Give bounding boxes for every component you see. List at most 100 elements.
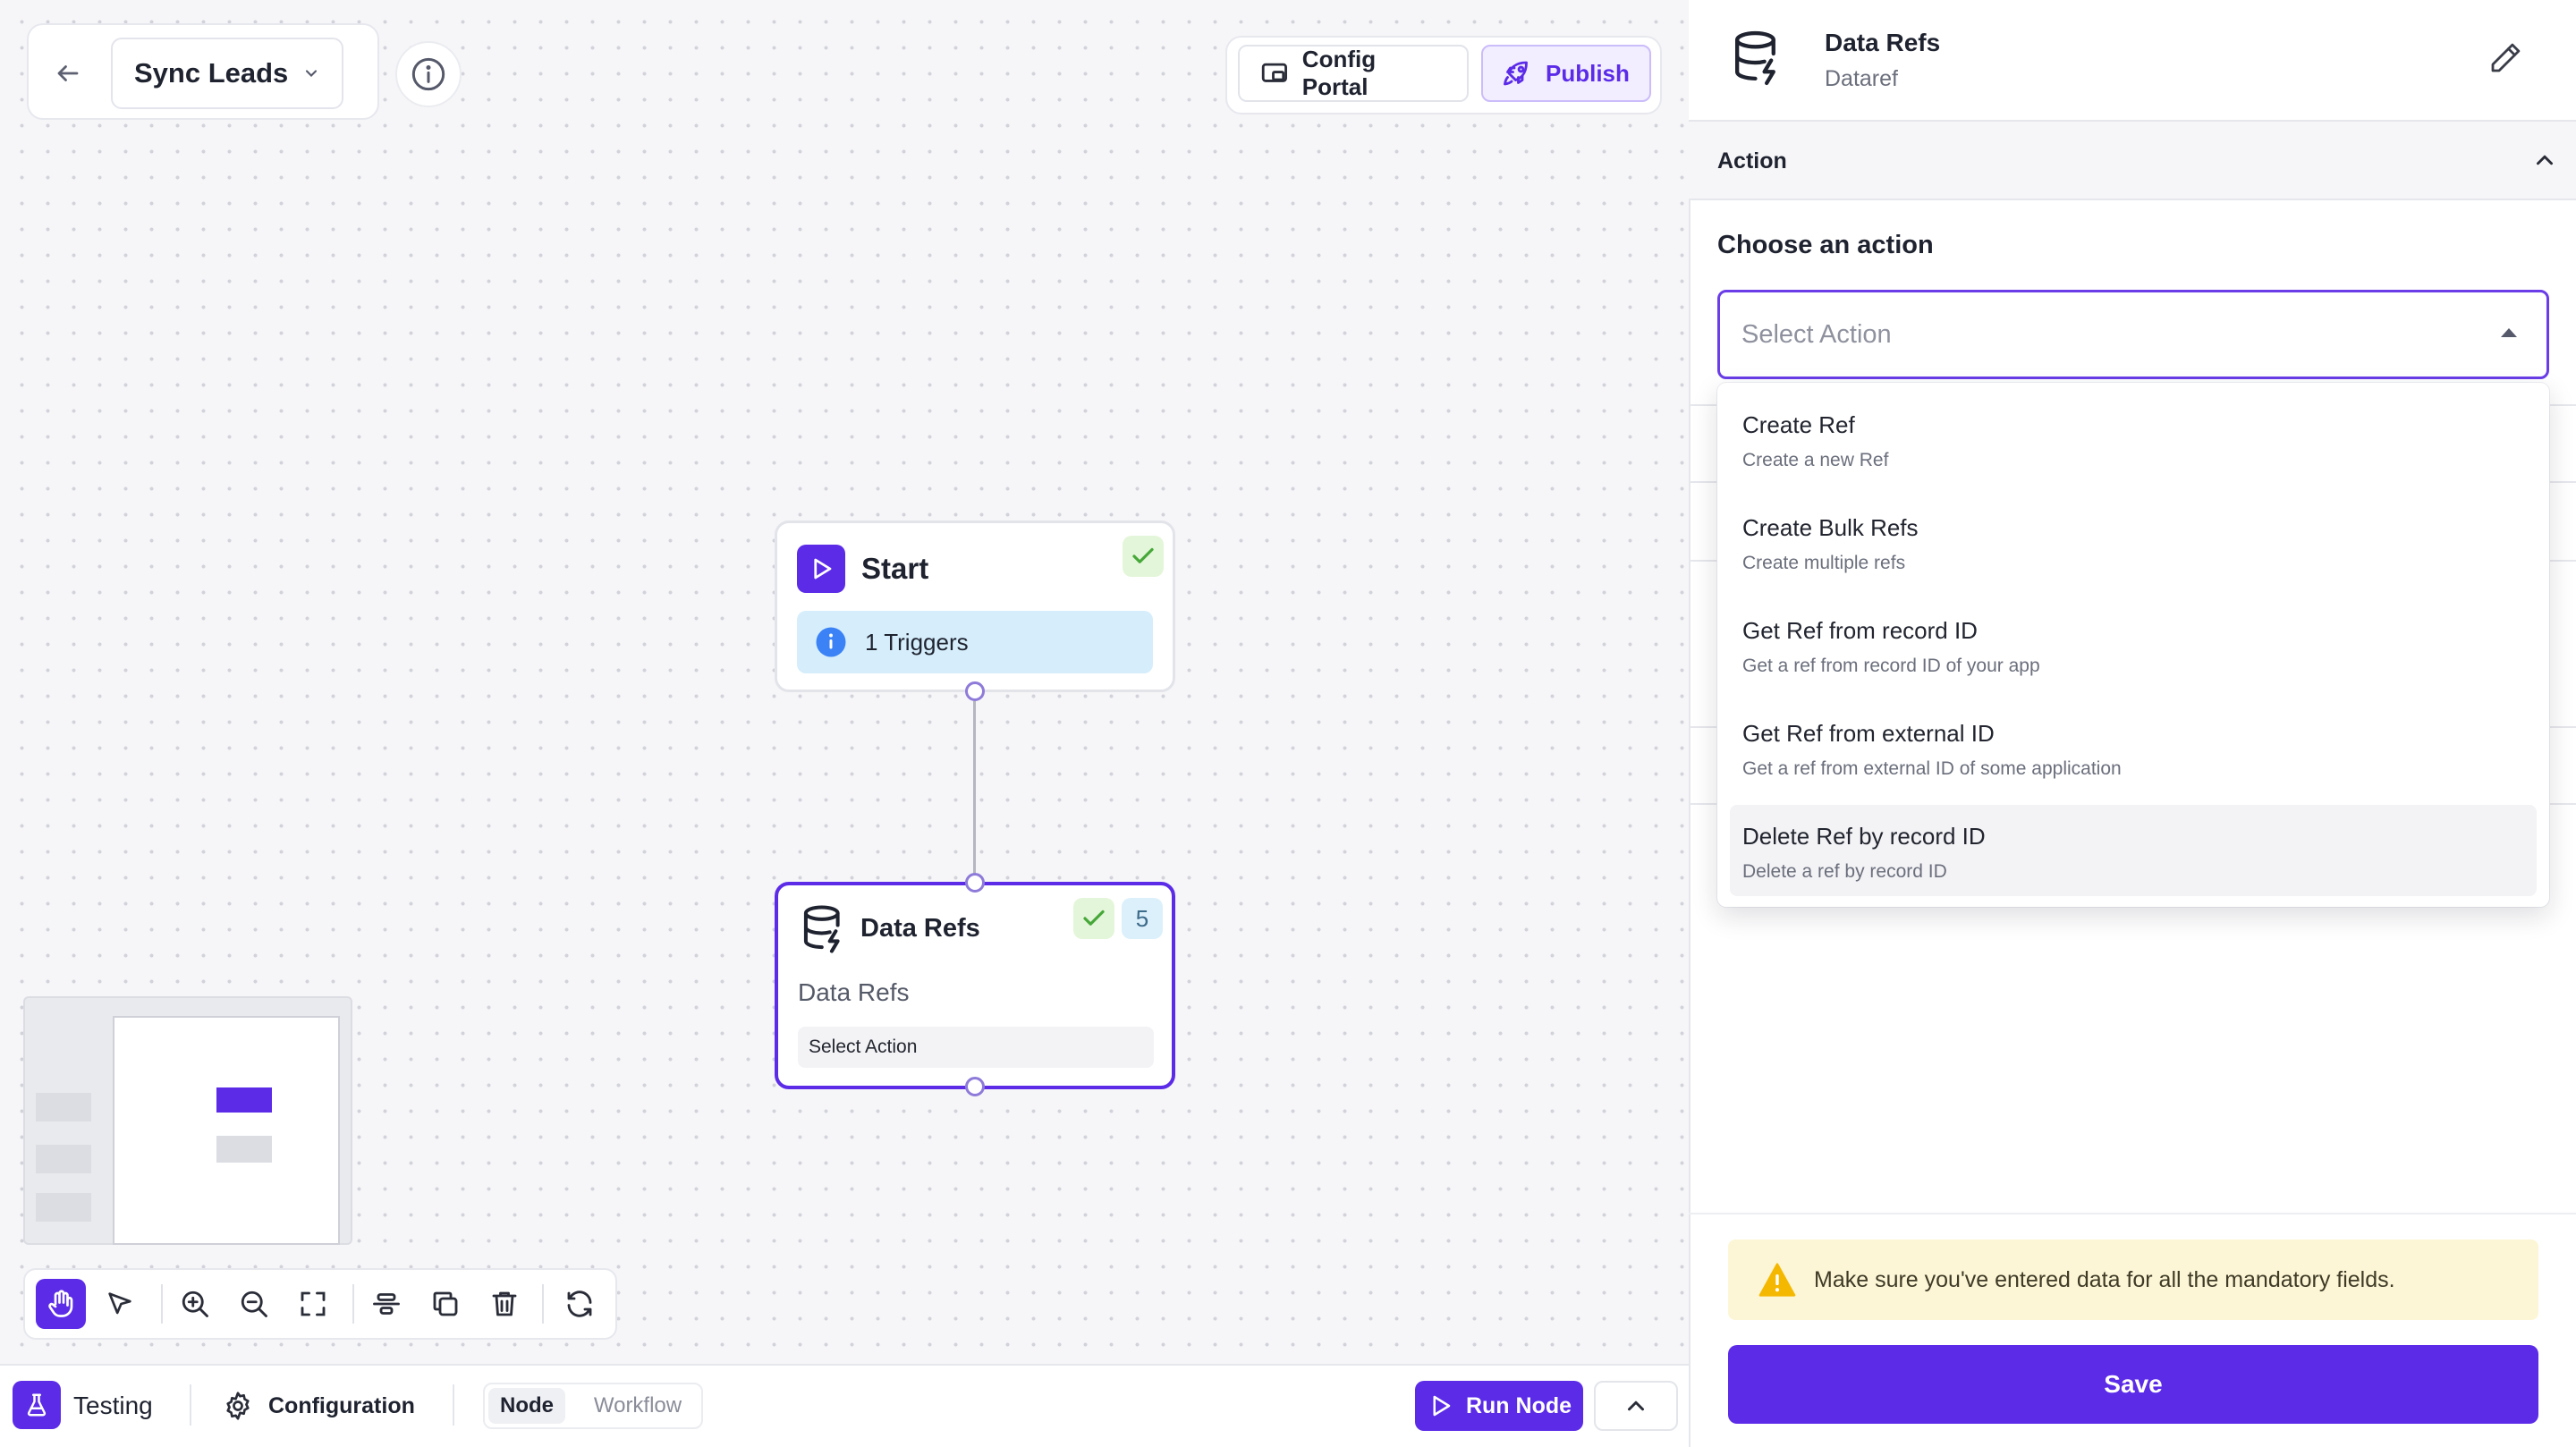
toolbar-separator [352,1284,354,1324]
pointer-icon [108,1292,131,1315]
option-title: Create Ref [1742,411,1855,438]
option-description: Get a ref from external ID of some appli… [1742,758,2122,779]
action-option[interactable]: Create Bulk Refs Create multiple refs [1730,496,2537,588]
minimap-node [216,1136,272,1163]
select-tool-button[interactable] [95,1279,145,1329]
minimap-viewport[interactable] [113,1016,340,1245]
data-refs-node-subtitle: Data Refs [798,978,910,1006]
refresh-button[interactable] [555,1279,605,1329]
chevron-up-icon[interactable] [2531,147,2558,178]
info-button[interactable] [395,41,462,107]
triggers-badge[interactable]: 1 Triggers [797,611,1153,673]
data-refs-node[interactable]: Data Refs 5 Data Refs Select Action [775,882,1175,1089]
delete-icon [492,1291,517,1316]
caret-up-icon[interactable] [2501,328,2517,337]
database-icon [1730,29,1785,92]
edit-button[interactable] [2487,39,2524,81]
option-description: Create a new Ref [1742,450,1889,470]
hand-tool-button[interactable] [36,1279,86,1329]
duplicate-button[interactable] [420,1279,470,1329]
toolbar-separator [542,1284,544,1324]
panel-header [1689,0,2576,122]
action-select[interactable] [1717,290,2549,379]
delete-button[interactable] [479,1279,530,1329]
publish-button[interactable]: Publish [1481,45,1651,102]
fit-view-button[interactable] [288,1279,338,1329]
toolbar-separator [161,1284,163,1324]
option-title: Get Ref from record ID [1742,617,1978,644]
warning-icon [1758,1263,1796,1297]
config-portal-label: Config Portal [1301,46,1377,100]
data-refs-node-title: Data Refs [860,914,980,943]
gear-icon[interactable] [222,1390,254,1426]
panel-footer-divider [1689,1213,2576,1214]
flask-icon[interactable] [13,1381,61,1429]
data-refs-output-port[interactable] [965,1077,985,1096]
minimap-node-selected [216,1087,272,1113]
refresh-icon [567,1290,592,1317]
zoom-in-icon [182,1290,208,1317]
chevron-up-icon [1628,1400,1644,1411]
zoom-out-icon [241,1290,267,1317]
fit-view-icon [301,1291,326,1316]
play-icon [797,545,845,593]
run-node-button[interactable]: Run Node [1415,1381,1583,1431]
config-portal-button[interactable]: Config Portal [1238,45,1469,102]
publish-label: Publish [1546,59,1630,87]
panel-title: Data Refs [1825,29,1941,56]
arrow-left-icon [57,65,79,81]
check-icon [1123,536,1164,577]
option-title: Create Bulk Refs [1742,514,1919,541]
chevron-down-icon [305,70,318,77]
start-node[interactable]: Start 1 Triggers [775,520,1175,692]
check-icon [1073,898,1114,939]
option-description: Delete a ref by record ID [1742,861,1947,882]
save-button[interactable]: Save [1728,1345,2538,1424]
zoom-in-button[interactable] [170,1279,220,1329]
minimap-block [36,1193,91,1222]
edge-start-to-datarefs [973,701,976,880]
action-option[interactable]: Create Ref Create a new Ref [1730,393,2537,485]
action-section-header[interactable] [1689,122,2576,200]
minimap-block [36,1093,91,1121]
workflow-selector[interactable]: Sync Leads [111,38,343,109]
triggers-label: 1 Triggers [865,628,969,656]
portal-icon [1261,63,1287,82]
option-description: Create multiple refs [1742,553,1906,573]
testing-tab[interactable]: Testing [73,1392,153,1420]
start-node-title: Start [861,552,929,585]
play-outline-icon [1433,1395,1451,1417]
data-refs-input-port[interactable] [965,873,985,893]
choose-action-label: Choose an action [1717,231,1934,259]
duplicate-icon [433,1291,458,1316]
mode-workflow-option[interactable]: Workflow [581,1388,694,1424]
info-filled-icon [816,627,846,657]
warning-text: Make sure you've entered data for all th… [1814,1266,2395,1292]
option-description: Get a ref from record ID of your app [1742,656,2040,676]
mode-node-option[interactable]: Node [488,1388,565,1424]
expand-panel-button[interactable] [1594,1381,1678,1431]
action-option[interactable]: Get Ref from external ID Get a ref from … [1730,702,2537,793]
hand-icon [48,1290,73,1317]
zoom-out-button[interactable] [229,1279,279,1329]
pencil-icon [2491,43,2521,72]
warning-banner: Make sure you've entered data for all th… [1728,1240,2538,1320]
option-title: Delete Ref by record ID [1742,823,1986,850]
action-option[interactable]: Get Ref from record ID Get a ref from re… [1730,599,2537,690]
option-title: Get Ref from external ID [1742,720,1995,747]
info-icon [411,57,445,91]
workflow-name: Sync Leads [134,57,289,89]
divider [453,1384,454,1426]
panel-subtitle: Dataref [1825,66,1898,91]
node-action-field[interactable]: Select Action [798,1027,1154,1068]
action-select-input[interactable] [1741,319,2457,350]
back-button[interactable] [45,50,91,97]
align-button[interactable] [361,1279,411,1329]
action-option-hovered[interactable]: Delete Ref by record ID Delete a ref by … [1730,805,2537,896]
step-count-badge: 5 [1122,898,1163,939]
configuration-tab[interactable]: Configuration [268,1393,415,1419]
align-icon [373,1293,400,1315]
database-icon [800,903,848,960]
action-section-title: Action [1717,148,1787,173]
start-output-port[interactable] [965,681,985,701]
